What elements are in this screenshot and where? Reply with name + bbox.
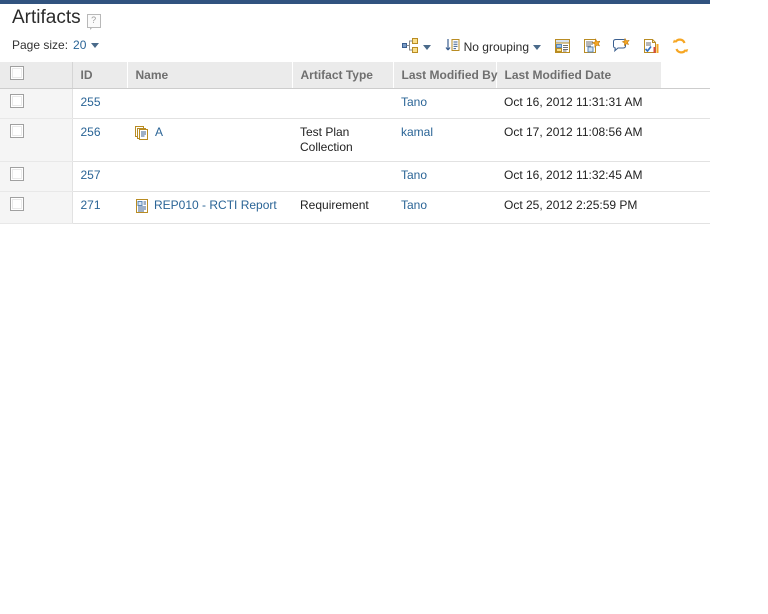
top-accent-bar [0, 0, 710, 4]
cell-spacer [661, 88, 710, 119]
select-all-header[interactable] [0, 62, 73, 89]
cell-last-modified-by: Tano [393, 191, 496, 224]
grouping-label: No grouping [463, 40, 529, 54]
page-title: Artifacts [12, 7, 81, 28]
cell-last-modified-date: Oct 17, 2012 11:08:56 AM [496, 118, 661, 162]
cell-last-modified-date: Oct 16, 2012 11:31:31 AM [496, 88, 661, 119]
artifacts-table: ID Name Artifact Type Last Modified By L… [0, 62, 710, 224]
table-row[interactable]: 255 Tano Oct 16, 2012 11:31:31 AM [0, 88, 710, 119]
cell-spacer [661, 118, 710, 162]
row-select-cell[interactable] [0, 191, 73, 224]
modified-by-link[interactable]: Tano [401, 198, 427, 212]
cell-name: REP010 - RCTI Report [127, 191, 292, 224]
help-question-icon[interactable]: ? [86, 14, 101, 30]
cell-artifact-type: Test Plan Collection [292, 118, 393, 162]
grouping-button[interactable]: No grouping [438, 37, 548, 57]
view-hierarchy-button[interactable] [395, 37, 438, 57]
configure-columns-button[interactable] [548, 37, 577, 57]
page-header: Artifacts ? [12, 7, 101, 30]
table-row[interactable]: 257 Tano Oct 16, 2012 11:32:45 AM [0, 161, 710, 192]
row-checkbox[interactable] [10, 124, 24, 138]
refresh-button[interactable] [666, 37, 695, 57]
column-header-name[interactable]: Name [127, 62, 293, 89]
row-select-cell[interactable] [0, 118, 73, 162]
add-comment-button[interactable] [606, 37, 636, 57]
cell-last-modified-date: Oct 16, 2012 11:32:45 AM [496, 161, 661, 192]
column-header-id[interactable]: ID [72, 62, 128, 89]
table-row[interactable]: 271 REP010 - RCTI Report Requirement Tan… [0, 191, 710, 224]
artifact-id-link[interactable]: 255 [81, 95, 101, 109]
column-header-last-modified-by[interactable]: Last Modified By [393, 62, 498, 89]
column-header-artifact-type[interactable]: Artifact Type [292, 62, 394, 89]
cell-id: 271 [72, 191, 127, 224]
column-header-spacer [661, 62, 710, 89]
run-report-icon [642, 38, 660, 57]
artifact-id-link[interactable]: 271 [81, 198, 101, 212]
cell-artifact-type: Requirement [292, 191, 393, 224]
modified-by-link[interactable]: Tano [401, 168, 427, 182]
page-size-control[interactable]: Page size: 20 [12, 38, 100, 52]
row-select-cell[interactable] [0, 88, 73, 119]
select-all-checkbox[interactable] [10, 66, 24, 80]
cell-name: A [127, 118, 292, 162]
column-header-last-modified-date[interactable]: Last Modified Date [496, 62, 662, 89]
add-artifact-button[interactable] [577, 37, 606, 57]
table-toolbar: Page size: 20 No grouping [0, 36, 710, 58]
cell-id: 255 [72, 88, 127, 119]
cell-artifact-type [292, 161, 393, 192]
artifact-name-link[interactable]: REP010 - RCTI Report [154, 198, 277, 213]
cell-last-modified-by: kamal [393, 118, 496, 162]
row-checkbox[interactable] [10, 167, 24, 181]
cell-last-modified-by: Tano [393, 161, 496, 192]
test-plan-collection-icon [135, 126, 150, 144]
cell-name [127, 88, 292, 119]
modified-by-link[interactable]: Tano [401, 95, 427, 109]
add-artifact-icon [583, 37, 601, 57]
chevron-down-icon[interactable] [533, 44, 541, 50]
hierarchy-tree-icon [401, 38, 419, 56]
table-header-row: ID Name Artifact Type Last Modified By L… [0, 62, 710, 89]
add-comment-icon [612, 37, 630, 57]
sort-list-icon [445, 38, 460, 56]
chevron-down-icon[interactable] [422, 44, 431, 50]
cell-last-modified-date: Oct 25, 2012 2:25:59 PM [496, 191, 661, 224]
toolbar-actions: No grouping [395, 36, 695, 58]
artifact-id-link[interactable]: 256 [81, 125, 101, 139]
row-checkbox[interactable] [10, 94, 24, 108]
cell-spacer [661, 161, 710, 192]
cell-spacer [661, 191, 710, 224]
configure-columns-icon [554, 38, 571, 57]
cell-name [127, 161, 292, 192]
chevron-down-icon[interactable] [91, 42, 100, 48]
artifact-id-link[interactable]: 257 [81, 168, 101, 182]
row-checkbox[interactable] [10, 197, 24, 211]
cell-artifact-type [292, 88, 393, 119]
cell-id: 256 [72, 118, 127, 162]
refresh-icon [672, 38, 689, 57]
artifact-name-link[interactable]: A [155, 125, 163, 140]
requirement-document-icon [135, 199, 149, 217]
cell-id: 257 [72, 161, 127, 192]
page-size-value[interactable]: 20 [73, 38, 86, 52]
table-row[interactable]: 256 A Test Plan Collection kamal Oct 17,… [0, 118, 710, 162]
run-report-button[interactable] [636, 37, 666, 57]
cell-last-modified-by: Tano [393, 88, 496, 119]
row-select-cell[interactable] [0, 161, 73, 192]
modified-by-link[interactable]: kamal [401, 125, 433, 139]
page-size-label: Page size: [12, 38, 69, 52]
